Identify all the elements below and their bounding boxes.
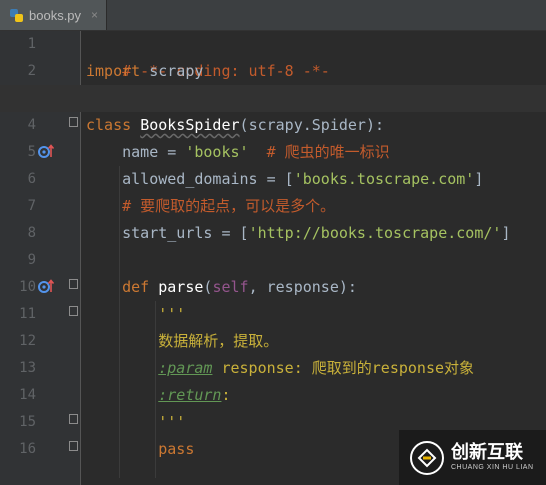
line-number: 13 bbox=[19, 360, 36, 376]
code-text: start_urls = [ bbox=[86, 224, 249, 242]
brand-logo-icon bbox=[410, 440, 444, 475]
self-param: self bbox=[212, 278, 249, 296]
base-class: scrapy.Spider bbox=[248, 116, 366, 134]
code-line-1: # -*- coding: utf-8 -*- bbox=[86, 31, 330, 80]
python-file-icon bbox=[10, 8, 23, 22]
code-line-10: def parse(self, response): bbox=[86, 274, 357, 301]
line-number: 9 bbox=[27, 252, 36, 268]
line-number: 2 bbox=[27, 63, 36, 79]
function-name: parse bbox=[149, 278, 204, 296]
line-number: 11 bbox=[19, 306, 36, 322]
fold-toggle-icon[interactable] bbox=[69, 414, 78, 424]
code-line-13: :param response: 爬取到的response对象 bbox=[86, 355, 474, 382]
keyword: def bbox=[122, 278, 150, 296]
code-line-16: pass bbox=[86, 436, 194, 463]
tab-label: books.py bbox=[29, 7, 82, 23]
line-number: 10 bbox=[19, 279, 36, 295]
fold-toggle-icon[interactable] bbox=[69, 279, 78, 289]
fold-toggle-icon[interactable] bbox=[69, 117, 78, 127]
code-line-12: 数据解析，提取。 bbox=[86, 332, 279, 350]
line-number: 16 bbox=[19, 441, 36, 457]
line-number: 5 bbox=[27, 144, 36, 160]
comment: # 要爬取的起点，可以是多个。 bbox=[86, 197, 336, 215]
keyword: import bbox=[86, 62, 141, 80]
line-number: 14 bbox=[19, 387, 36, 403]
keyword: pass bbox=[158, 440, 195, 458]
code-line-7: # 要爬取的起点，可以是多个。 bbox=[86, 193, 335, 220]
line-number: 12 bbox=[19, 333, 36, 349]
class-name: BooksSpider bbox=[140, 116, 240, 134]
fold-toggle-icon[interactable] bbox=[69, 441, 78, 451]
line-number: 1 bbox=[27, 36, 36, 52]
code-editor[interactable]: # -*- coding: utf-8 -*- import scrapy cl… bbox=[81, 31, 546, 485]
line-number: 4 bbox=[27, 117, 36, 133]
overrides-method-icon[interactable] bbox=[38, 143, 54, 159]
code-line-4: class BooksSpider(scrapy.Spider): bbox=[86, 112, 384, 139]
code-line-14: :return: bbox=[86, 382, 231, 409]
code-text: response: 爬取到的response对象 bbox=[212, 359, 475, 377]
code-text: , response): bbox=[248, 278, 357, 296]
overrides-method-icon[interactable] bbox=[38, 278, 54, 294]
fold-toggle-icon[interactable] bbox=[69, 306, 78, 316]
editor-tab-bar: books.py × bbox=[0, 0, 546, 31]
code-line-11: ''' bbox=[86, 305, 186, 323]
doc-tag: :return bbox=[158, 386, 222, 404]
code-text: name = bbox=[86, 143, 186, 161]
keyword: class bbox=[86, 116, 132, 134]
code-line-15: ''' bbox=[86, 413, 186, 431]
paren: ): bbox=[365, 116, 385, 134]
code-text: ] bbox=[501, 224, 511, 242]
code-line-5: name = 'books' # 爬虫的唯一标识 bbox=[86, 139, 390, 166]
string: 'books' bbox=[185, 143, 249, 161]
code-line-8: start_urls = ['http://books.toscrape.com… bbox=[86, 220, 510, 247]
comment: # 爬虫的唯一标识 bbox=[248, 143, 390, 161]
watermark: 创新互联 CHUANG XIN HU LIAN bbox=[399, 430, 546, 485]
code-text: allowed_domains = [ bbox=[86, 170, 294, 188]
code-text: : bbox=[221, 386, 231, 404]
doc-tag: :param bbox=[158, 359, 213, 377]
code-text: scrapy bbox=[140, 62, 204, 80]
code-text: ] bbox=[474, 170, 484, 188]
line-number: 15 bbox=[19, 414, 36, 430]
code-line-6: allowed_domains = ['books.toscrape.com'] bbox=[86, 166, 483, 193]
paren: ( bbox=[239, 116, 249, 134]
watermark-text-cn: 创新互联 bbox=[451, 441, 523, 463]
file-tab-books-py[interactable]: books.py × bbox=[0, 0, 107, 30]
string: 'http://books.toscrape.com/' bbox=[248, 224, 502, 242]
line-number: 7 bbox=[27, 198, 36, 214]
line-number: 6 bbox=[27, 171, 36, 187]
code-line-2: import scrapy bbox=[86, 58, 203, 85]
watermark-text-en: CHUANG XIN HU LIAN bbox=[451, 463, 534, 471]
string: 'books.toscrape.com' bbox=[293, 170, 475, 188]
close-icon[interactable]: × bbox=[91, 8, 98, 22]
line-number: 8 bbox=[27, 225, 36, 241]
